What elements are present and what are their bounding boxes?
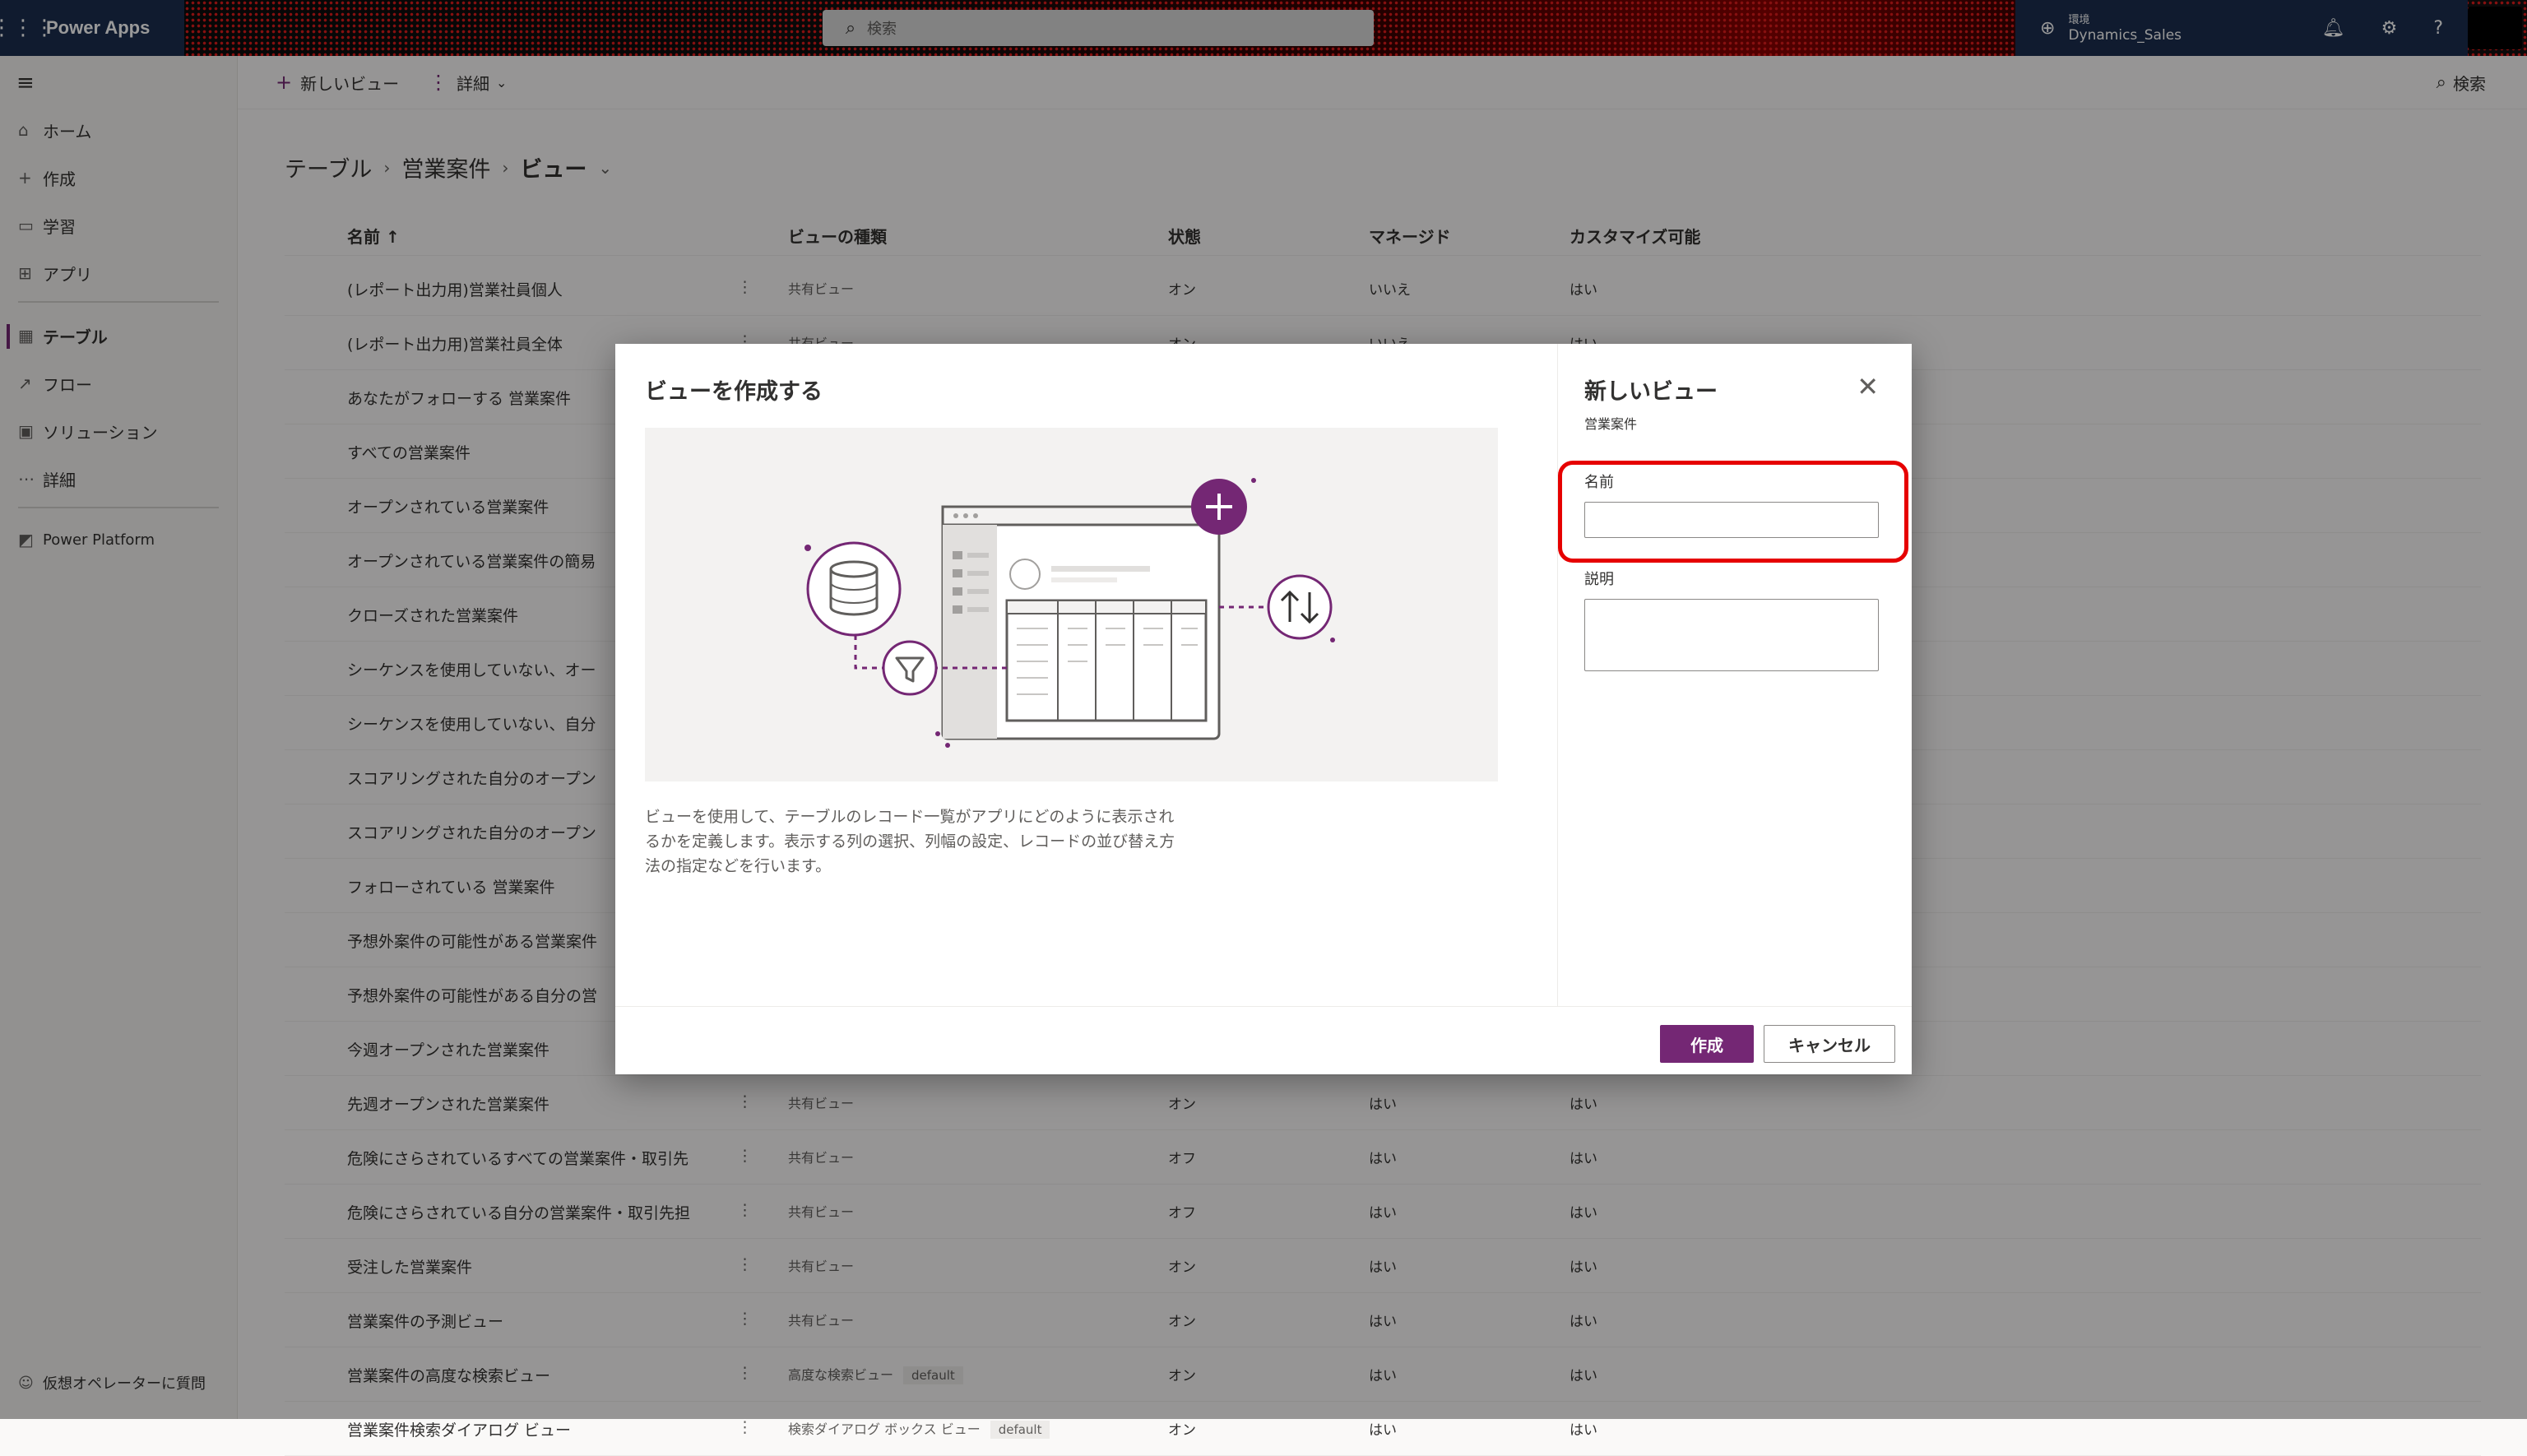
description-label: 説明 bbox=[1584, 571, 1614, 588]
default-badge: default bbox=[990, 1421, 1050, 1439]
row-type: 検索ダイアログ ボックス ビュー default bbox=[788, 1418, 1050, 1439]
row-type-label: 検索ダイアログ ボックス ビュー bbox=[788, 1421, 981, 1437]
pane-title: 新しいビュー bbox=[1584, 379, 1718, 405]
dialog-footer: 作成 キャンセル bbox=[615, 1006, 1912, 1075]
create-view-dialog: ビューを作成する ビューを使用して、テーブルのレコード一覧がアプリにどのように表… bbox=[615, 344, 1912, 1074]
pane-subtitle: 営業案件 bbox=[1584, 416, 1638, 432]
row-customizable: はい bbox=[1570, 1422, 1597, 1439]
dialog-description: ビューを使用して、テーブルのレコード一覧がアプリにどのように表示されるかを定義し… bbox=[645, 808, 1175, 875]
create-button[interactable]: 作成 bbox=[1660, 1025, 1754, 1063]
name-field[interactable] bbox=[1584, 502, 1879, 538]
dialog-title: ビューを作成する bbox=[645, 379, 823, 405]
row-more-icon[interactable]: ⋮ bbox=[737, 1418, 753, 1436]
name-label: 名前 bbox=[1584, 474, 1614, 491]
close-icon[interactable]: ✕ bbox=[1857, 373, 1879, 400]
row-name[interactable]: 営業案件検索ダイアログ ビュー bbox=[347, 1418, 571, 1440]
new-view-pane: 新しいビュー 営業案件 ✕ 名前 説明 bbox=[1558, 344, 1912, 1006]
description-field[interactable] bbox=[1584, 599, 1879, 671]
row-managed: はい bbox=[1369, 1422, 1397, 1439]
row-state: オン bbox=[1168, 1422, 1196, 1439]
view-illustration bbox=[645, 428, 1498, 781]
dialog-info-pane: ビューを作成する ビューを使用して、テーブルのレコード一覧がアプリにどのように表… bbox=[615, 344, 1557, 1006]
cancel-button[interactable]: キャンセル bbox=[1764, 1025, 1895, 1063]
illustration-svg bbox=[804, 478, 1335, 748]
